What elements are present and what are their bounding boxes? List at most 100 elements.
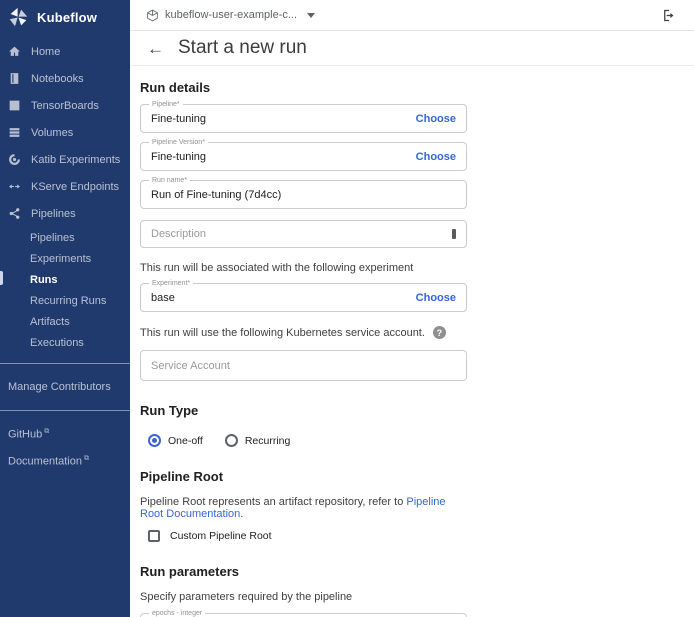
resize-handle[interactable]	[452, 229, 456, 239]
logo-text: Kubeflow	[37, 10, 97, 25]
sidebar-item-label: Home	[31, 46, 60, 58]
pipeline-field-label: Pipeline*	[149, 101, 183, 108]
run-name-field[interactable]: Run name*	[140, 180, 467, 209]
logout-icon	[661, 8, 676, 23]
service-account-input[interactable]	[151, 360, 456, 372]
radio-recurring[interactable]: Recurring	[225, 434, 291, 447]
sidebar: Kubeflow Home Notebooks TensorBoards Vol…	[0, 0, 130, 617]
pipeline-field[interactable]: Pipeline* Fine-tuning Choose	[140, 104, 467, 133]
sidebar-divider	[0, 410, 130, 411]
experiment-field[interactable]: Experiment* base Choose	[140, 283, 467, 312]
page-content: Run details Pipeline* Fine-tuning Choose…	[130, 66, 694, 617]
chevron-down-icon	[307, 13, 315, 18]
pipelines-icon	[8, 207, 21, 220]
manage-contributors-label: Manage Contributors	[8, 381, 111, 393]
radio-unselected-icon[interactable]	[225, 434, 238, 447]
pipeline-version-field[interactable]: Pipeline Version* Fine-tuning Choose	[140, 142, 467, 171]
run-name-input[interactable]	[151, 189, 456, 201]
service-account-note: This run will use the following Kubernet…	[140, 326, 467, 339]
experiment-field-value: base	[151, 292, 408, 304]
sidebar-item-label: KServe Endpoints	[31, 181, 119, 193]
kubeflow-logo-icon	[8, 7, 29, 28]
active-indicator	[0, 271, 3, 285]
topbar: kubeflow-user-example-c...	[130, 0, 694, 31]
sidebar-item-label: Volumes	[31, 127, 73, 139]
sidebar-subitem-runs[interactable]: Runs	[0, 269, 130, 290]
sidebar-item-notebooks[interactable]: Notebooks	[0, 65, 130, 92]
external-link-icon: ⧉	[44, 428, 49, 435]
description-input[interactable]	[151, 228, 452, 240]
namespace-value: kubeflow-user-example-c...	[165, 9, 297, 21]
run-details-heading: Run details	[140, 80, 694, 95]
back-arrow-icon[interactable]: ←	[147, 40, 164, 57]
page-header: ← Start a new run	[130, 31, 694, 66]
kubeflow-app: Kubeflow Home Notebooks TensorBoards Vol…	[0, 0, 694, 617]
github-link[interactable]: GitHub⧉	[0, 421, 130, 448]
sidebar-item-label: TensorBoards	[31, 100, 99, 112]
documentation-label: Documentation	[8, 455, 82, 467]
radio-one-off[interactable]: One-off	[148, 434, 203, 447]
epochs-field-label: epochs - integer	[149, 610, 205, 617]
sidebar-subitem-label: Runs	[30, 274, 58, 286]
epochs-field[interactable]: epochs - integer	[140, 613, 467, 617]
namespace-cube-icon	[146, 9, 159, 22]
sidebar-item-label: Notebooks	[31, 73, 84, 85]
sidebar-item-label: Pipelines	[31, 208, 76, 220]
sidebar-subitem-label: Recurring Runs	[30, 295, 106, 307]
sidebar-nav: Home Notebooks TensorBoards Volumes Kati…	[0, 38, 130, 353]
experiment-choose-button[interactable]: Choose	[416, 292, 456, 304]
page-title: Start a new run	[178, 37, 307, 59]
manage-contributors-link[interactable]: Manage Contributors	[0, 374, 130, 400]
help-icon[interactable]: ?	[433, 326, 446, 339]
sidebar-subitem-executions[interactable]: Executions	[0, 332, 130, 353]
pipeline-version-field-label: Pipeline Version*	[149, 139, 208, 146]
radio-recurring-label: Recurring	[245, 435, 291, 447]
run-type-heading: Run Type	[140, 403, 467, 418]
service-account-note-text: This run will use the following Kubernet…	[140, 327, 425, 339]
run-type-options: One-off Recurring	[148, 434, 467, 447]
kubeflow-logo[interactable]: Kubeflow	[0, 0, 130, 32]
notebook-icon	[8, 72, 21, 85]
form-column: Pipeline* Fine-tuning Choose Pipeline Ve…	[140, 104, 467, 617]
sidebar-item-kserve-endpoints[interactable]: KServe Endpoints	[0, 173, 130, 200]
pipeline-version-field-value: Fine-tuning	[151, 151, 408, 163]
sidebar-item-pipelines[interactable]: Pipelines	[0, 200, 130, 227]
documentation-link[interactable]: Documentation⧉	[0, 448, 130, 475]
pipeline-choose-button[interactable]: Choose	[416, 113, 456, 125]
sidebar-subitem-pipelines[interactable]: Pipelines	[0, 227, 130, 248]
run-name-field-label: Run name*	[149, 177, 190, 184]
sidebar-subitem-recurring-runs[interactable]: Recurring Runs	[0, 290, 130, 311]
pipeline-root-text-after: .	[240, 508, 243, 520]
kserve-icon	[8, 180, 21, 193]
sidebar-subitem-label: Experiments	[30, 253, 91, 265]
logout-button[interactable]	[661, 8, 676, 23]
sidebar-subitem-experiments[interactable]: Experiments	[0, 248, 130, 269]
github-label: GitHub	[8, 429, 42, 441]
tensorboard-icon	[8, 99, 21, 112]
radio-selected-icon[interactable]	[148, 434, 161, 447]
description-field[interactable]	[140, 220, 467, 248]
sidebar-item-home[interactable]: Home	[0, 38, 130, 65]
sidebar-divider	[0, 363, 130, 364]
home-icon	[8, 45, 21, 58]
sidebar-subitem-artifacts[interactable]: Artifacts	[0, 311, 130, 332]
sidebar-item-tensorboards[interactable]: TensorBoards	[0, 92, 130, 119]
pipeline-root-heading: Pipeline Root	[140, 469, 467, 484]
experiment-field-label: Experiment*	[149, 280, 193, 287]
external-link-icon: ⧉	[84, 455, 89, 462]
custom-pipeline-root-checkbox-row[interactable]: Custom Pipeline Root	[148, 530, 467, 542]
checkbox-unchecked-icon[interactable]	[148, 530, 160, 542]
katib-icon	[8, 153, 21, 166]
sidebar-subitem-label: Executions	[30, 337, 84, 349]
pipeline-version-choose-button[interactable]: Choose	[416, 151, 456, 163]
pipeline-field-value: Fine-tuning	[151, 113, 408, 125]
experiment-note: This run will be associated with the fol…	[140, 262, 467, 274]
sidebar-subitem-label: Artifacts	[30, 316, 70, 328]
main-area: kubeflow-user-example-c... ← Start a new…	[130, 0, 694, 617]
sidebar-item-volumes[interactable]: Volumes	[0, 119, 130, 146]
radio-one-off-label: One-off	[168, 435, 203, 447]
sidebar-item-katib-experiments[interactable]: Katib Experiments	[0, 146, 130, 173]
custom-pipeline-root-label: Custom Pipeline Root	[170, 530, 272, 542]
service-account-field[interactable]	[140, 350, 467, 381]
namespace-selector[interactable]: kubeflow-user-example-c...	[146, 9, 315, 22]
